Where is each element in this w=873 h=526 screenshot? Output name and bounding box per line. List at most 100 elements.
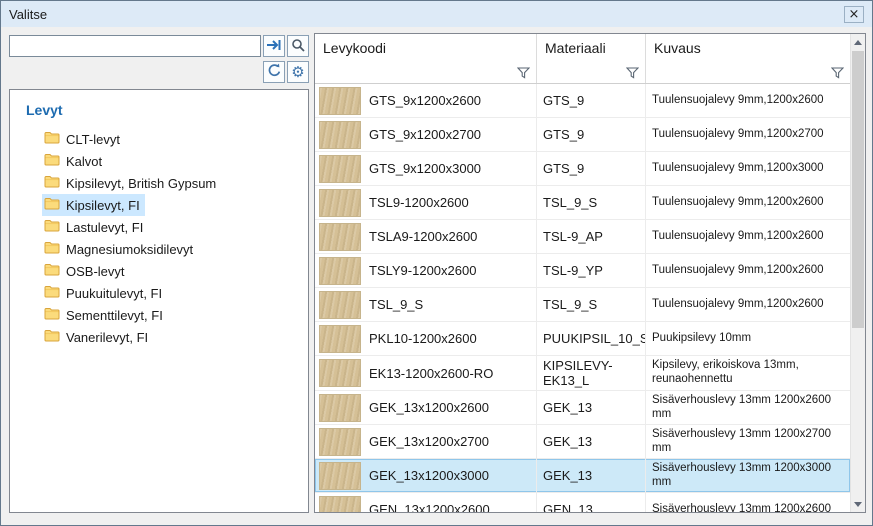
search-input[interactable] [9,35,261,57]
material-name: KIPSILEVY-EK13_L [543,358,639,388]
table-row[interactable]: TSL9-1200x2600 TSL_9_S Tuulensuojalevy 9… [315,186,850,220]
material-thumbnail [319,394,361,422]
table-row[interactable]: EK13-1200x2600-RO KIPSILEVY-EK13_L Kipsi… [315,356,850,391]
cell-levykoodi: TSLA9-1200x2600 [315,220,537,253]
material-name: TSL-9_YP [543,263,603,278]
close-icon: × [849,8,860,21]
settings-button[interactable]: ⚙ [287,61,309,83]
table-row[interactable]: GEN_13x1200x2600 GEN_13 Sisäverhouslevy … [315,493,850,512]
titlebar[interactable]: Valitse × [1,1,872,27]
search-row [9,35,309,57]
material-thumbnail [319,257,361,285]
cell-materiaali: GTS_9 [537,152,646,185]
material-description: Sisäverhouslevy 13mm 1200x2600 [652,503,831,512]
tree-item-label: Magnesiumoksidilevyt [66,242,193,257]
window-title: Valitse [9,7,844,22]
material-thumbnail [319,87,361,115]
tree-item[interactable]: Magnesiumoksidilevyt [42,238,198,260]
cell-levykoodi: TSL9-1200x2600 [315,186,537,219]
vertical-scrollbar[interactable] [850,34,865,512]
material-name: GTS_9 [543,93,584,108]
tree-item[interactable]: Puukuitulevyt, FI [42,282,167,304]
cell-kuvaus: Puukipsilevy 10mm [646,322,850,355]
table-row[interactable]: GTS_9x1200x3000 GTS_9 Tuulensuojalevy 9m… [315,152,850,186]
tree-item[interactable]: OSB-levyt [42,260,130,282]
apply-search-button[interactable] [263,35,285,57]
tree-item[interactable]: Vanerilevyt, FI [42,326,153,348]
cell-levykoodi: GTS_9x1200x2600 [315,84,537,117]
material-name: GTS_9 [543,161,584,176]
cell-materiaali: TSL_9_S [537,288,646,321]
filter-icon[interactable] [831,67,844,79]
triangle-down-icon [854,502,862,507]
folder-tree-list: CLT-levyt Kalvot Kipsilevyt, British Gyp… [26,128,304,348]
material-thumbnail [319,291,361,319]
material-name: GTS_9 [543,127,584,142]
material-description: Kipsilevy, erikoiskova 13mm, reunaohenne… [652,359,844,387]
cell-levykoodi: GEN_13x1200x2600 [315,493,537,512]
scroll-up-button[interactable] [851,34,865,50]
table-row[interactable]: GEK_13x1200x2600 GEK_13 Sisäverhouslevy … [315,391,850,425]
tree-item[interactable]: Lastulevyt, FI [42,216,148,238]
refresh-button[interactable] [263,61,285,83]
cell-levykoodi: PKL10-1200x2600 [315,322,537,355]
table-row[interactable]: GEK_13x1200x2700 GEK_13 Sisäverhouslevy … [315,425,850,459]
tree-item[interactable]: Kipsilevyt, FI [42,194,145,216]
search-icon [291,38,305,55]
column-header-kuvaus[interactable]: Kuvaus [646,34,850,83]
material-code: PKL10-1200x2600 [369,331,477,346]
cell-levykoodi: GEK_13x1200x3000 [315,459,537,492]
column-label: Levykoodi [323,38,530,56]
search-button[interactable] [287,35,309,57]
cell-kuvaus: Tuulensuojalevy 9mm,1200x2600 [646,186,850,219]
table-row[interactable]: TSLY9-1200x2600 TSL-9_YP Tuulensuojalevy… [315,254,850,288]
folder-icon [44,241,60,257]
table-row[interactable]: GTS_9x1200x2600 GTS_9 Tuulensuojalevy 9m… [315,84,850,118]
tree-root-label[interactable]: Levyt [26,102,304,118]
table-row[interactable]: PKL10-1200x2600 PUUKIPSIL_10_S Puukipsil… [315,322,850,356]
filter-icon[interactable] [517,67,530,79]
tree-item[interactable]: Kipsilevyt, British Gypsum [42,172,221,194]
table-row[interactable]: GEK_13x1200x3000 GEK_13 Sisäverhouslevy … [315,459,850,493]
scrollbar-thumb[interactable] [852,51,864,328]
tree-item-label: Kalvot [66,154,102,169]
material-thumbnail [319,325,361,353]
tree-item-label: Vanerilevyt, FI [66,330,148,345]
tools-row: ⚙ [9,61,309,83]
material-description: Tuulensuojalevy 9mm,1200x2600 [652,298,824,312]
tree-item-label: Sementtilevyt, FI [66,308,163,323]
tree-item[interactable]: CLT-levyt [42,128,125,150]
tree-item-label: Kipsilevyt, FI [66,198,140,213]
material-code: GEK_13x1200x2600 [369,400,489,415]
folder-icon [44,175,60,191]
folder-icon [44,131,60,147]
cell-materiaali: KIPSILEVY-EK13_L [537,356,646,390]
folder-icon [44,307,60,323]
filter-icon[interactable] [626,67,639,79]
material-name: GEK_13 [543,434,592,449]
material-code: GTS_9x1200x2700 [369,127,481,142]
tree-item[interactable]: Kalvot [42,150,107,172]
material-thumbnail [319,359,361,387]
material-name: GEN_13 [543,502,593,512]
material-code: TSLA9-1200x2600 [369,229,477,244]
close-button[interactable]: × [844,6,864,23]
table-row[interactable]: TSLA9-1200x2600 TSL-9_AP Tuulensuojalevy… [315,220,850,254]
tree-item-label: OSB-levyt [66,264,125,279]
tree-item[interactable]: Sementtilevyt, FI [42,304,168,326]
cell-materiaali: GTS_9 [537,118,646,151]
column-header-levykoodi[interactable]: Levykoodi [315,34,537,83]
material-name: GEK_13 [543,400,592,415]
dialog-body: ⚙ Levyt CLT-levyt Kalvot [1,27,872,525]
table-row[interactable]: GTS_9x1200x2700 GTS_9 Tuulensuojalevy 9m… [315,118,850,152]
scroll-down-button[interactable] [851,496,865,512]
cell-levykoodi: GEK_13x1200x2700 [315,425,537,458]
cell-materiaali: GEN_13 [537,493,646,512]
table-row[interactable]: TSL_9_S TSL_9_S Tuulensuojalevy 9mm,1200… [315,288,850,322]
table-header: Levykoodi Materiaali [315,34,850,84]
material-name: TSL_9_S [543,195,597,210]
column-header-materiaali[interactable]: Materiaali [537,34,646,83]
material-name: PUUKIPSIL_10_S [543,331,646,346]
material-thumbnail [319,189,361,217]
cell-kuvaus: Tuulensuojalevy 9mm,1200x2700 [646,118,850,151]
